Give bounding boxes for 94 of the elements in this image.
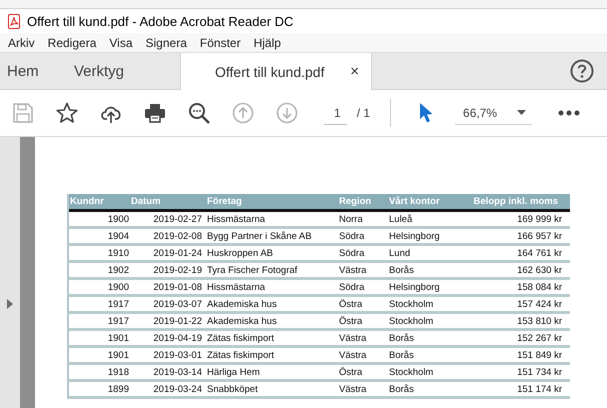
table-cell-text: Akademiska hus bbox=[206, 316, 278, 326]
table-cell-text: Norra bbox=[339, 214, 364, 224]
table-cell-text: Östra bbox=[339, 316, 364, 326]
table-cell-text: Södra bbox=[339, 282, 366, 292]
table-cell-text: 2019-01-24 bbox=[152, 248, 203, 258]
table-cell-text: Borås bbox=[389, 332, 415, 344]
table-cell-text: 1910 bbox=[106, 248, 130, 258]
column-header: Vårt kontor bbox=[389, 196, 441, 207]
menu-item[interactable]: Signera bbox=[146, 36, 187, 50]
table-cell-text: 153 810 kr bbox=[516, 316, 563, 326]
tab[interactable]: Offert till kund.pdf × bbox=[180, 53, 372, 90]
close-button[interactable]: × bbox=[346, 63, 363, 80]
zoom-dropdown[interactable]: 66,7% bbox=[455, 102, 532, 124]
menu-item[interactable]: Redigera bbox=[48, 36, 96, 50]
printer-icon[interactable] bbox=[144, 102, 166, 124]
table-cell-text: Lund bbox=[389, 248, 412, 258]
table-cell-text: Tyra Fischer Fotograf bbox=[206, 264, 298, 276]
pdf-app-icon bbox=[8, 14, 20, 28]
expand-arrow-icon[interactable] bbox=[7, 299, 13, 309]
column-header: Region bbox=[339, 196, 372, 207]
table-cell-text: Västra bbox=[339, 350, 368, 360]
table-cell-text: 2019-03-24 bbox=[152, 384, 203, 394]
star-icon[interactable] bbox=[56, 102, 78, 124]
table-cell-text: Västra bbox=[339, 332, 368, 344]
menu-item[interactable]: Fönster bbox=[200, 36, 241, 50]
table-cell-text: 1917 bbox=[106, 316, 130, 326]
table-cell-text: 166 957 kr bbox=[516, 230, 563, 242]
window-title: Offert till kund.pdf - Adobe Acrobat Reader DC bbox=[27, 14, 294, 28]
menu-item[interactable]: Hjälp bbox=[254, 36, 281, 50]
menu-item[interactable]: Arkiv bbox=[8, 36, 35, 50]
table-cell-text: 169 999 kr bbox=[516, 214, 563, 224]
table-cell-text: Hissmästarna bbox=[206, 214, 266, 224]
table-cell-text: 2019-04-19 bbox=[152, 332, 203, 344]
table-cell-text: Västra bbox=[339, 384, 368, 394]
table-cell-text: Borås bbox=[389, 264, 415, 276]
table-cell-text: 1904 bbox=[106, 230, 130, 242]
table-cell-text: 1917 bbox=[106, 298, 130, 310]
zoom-search-icon[interactable] bbox=[188, 102, 210, 124]
table-cell-text: Zätas fiskimport bbox=[206, 332, 276, 344]
tab[interactable]: Verktyg bbox=[61, 53, 180, 89]
more-icon[interactable] bbox=[558, 110, 580, 116]
table-cell-text: 157 424 kr bbox=[516, 298, 563, 310]
column-header: Belopp inkl. moms bbox=[472, 196, 559, 207]
table-cell-text: Zätas fiskimport bbox=[206, 350, 276, 360]
menu-item[interactable]: Visa bbox=[109, 36, 133, 50]
table-cell-text: Stockholm bbox=[389, 316, 434, 326]
table-cell-text: Borås bbox=[389, 384, 415, 394]
table-cell-text: Snabbköpet bbox=[206, 384, 259, 394]
table-cell-text: 1902 bbox=[106, 264, 130, 276]
caret-icon bbox=[517, 110, 526, 115]
table-cell-text: 164 761 kr bbox=[516, 248, 563, 258]
table-cell-text: Härliga Hem bbox=[206, 366, 261, 378]
table-cell-text: 1899 bbox=[106, 384, 130, 394]
table-cell-text: 1901 bbox=[106, 350, 130, 360]
table-cell-text: Akademiska hus bbox=[206, 298, 278, 310]
table-cell-text: 152 267 kr bbox=[516, 332, 563, 344]
table-cell-text: Helsingborg bbox=[389, 230, 441, 242]
table-cell-text: Södra bbox=[339, 248, 366, 258]
table-cell-text: 162 630 kr bbox=[516, 264, 563, 276]
column-header: Företag bbox=[206, 196, 243, 207]
page-total: / 1 bbox=[356, 106, 370, 120]
table-cell-text: Helsingborg bbox=[389, 282, 441, 292]
table-cell-text: Södra bbox=[339, 230, 366, 242]
table-cell-text: 2019-03-14 bbox=[152, 366, 203, 378]
table-cell-text: 2019-01-22 bbox=[152, 316, 203, 326]
table-cell-text: Hissmästarna bbox=[206, 282, 266, 292]
table-cell-text: Bygg Partner i Skåne AB bbox=[206, 230, 313, 242]
table-cell-text: 158 084 kr bbox=[516, 282, 563, 292]
table-cell-text: Östra bbox=[339, 366, 364, 378]
table-cell-text: Östra bbox=[339, 298, 364, 310]
table-cell-text: 151 174 kr bbox=[516, 384, 563, 394]
table-cell-text: 1900 bbox=[106, 214, 130, 224]
table-cell-text: 2019-03-07 bbox=[152, 298, 203, 310]
table-cell-text: 2019-02-08 bbox=[152, 230, 203, 242]
table-cell-text: Huskroppen AB bbox=[206, 248, 274, 258]
table-cell-text: Västra bbox=[339, 264, 368, 276]
table-cell-text: 1900 bbox=[106, 282, 130, 292]
table-cell-text: Stockholm bbox=[389, 366, 434, 378]
table-cell-text: 151 734 kr bbox=[516, 366, 563, 378]
table-cell-text: 2019-02-27 bbox=[152, 214, 203, 224]
table-cell-text: 2019-02-19 bbox=[152, 264, 203, 276]
table-cell-text: Borås bbox=[389, 350, 415, 360]
table-cell-text: 151 849 kr bbox=[516, 350, 563, 360]
tab[interactable]: Hem bbox=[0, 53, 61, 89]
table-cell-text: 1918 bbox=[106, 366, 130, 378]
table-cell-text: 1901 bbox=[106, 332, 130, 344]
table-cell-text: Stockholm bbox=[389, 298, 434, 310]
table-cell-text: 2019-01-08 bbox=[152, 282, 203, 292]
help-icon[interactable] bbox=[570, 59, 594, 83]
column-header: Kundnr bbox=[69, 196, 105, 207]
table-cell-text: 2019-03-01 bbox=[152, 350, 203, 360]
page-number-field[interactable]: 1 bbox=[324, 102, 347, 124]
table-cell-text: Luleå bbox=[389, 214, 414, 224]
column-header: Datum bbox=[131, 196, 162, 207]
